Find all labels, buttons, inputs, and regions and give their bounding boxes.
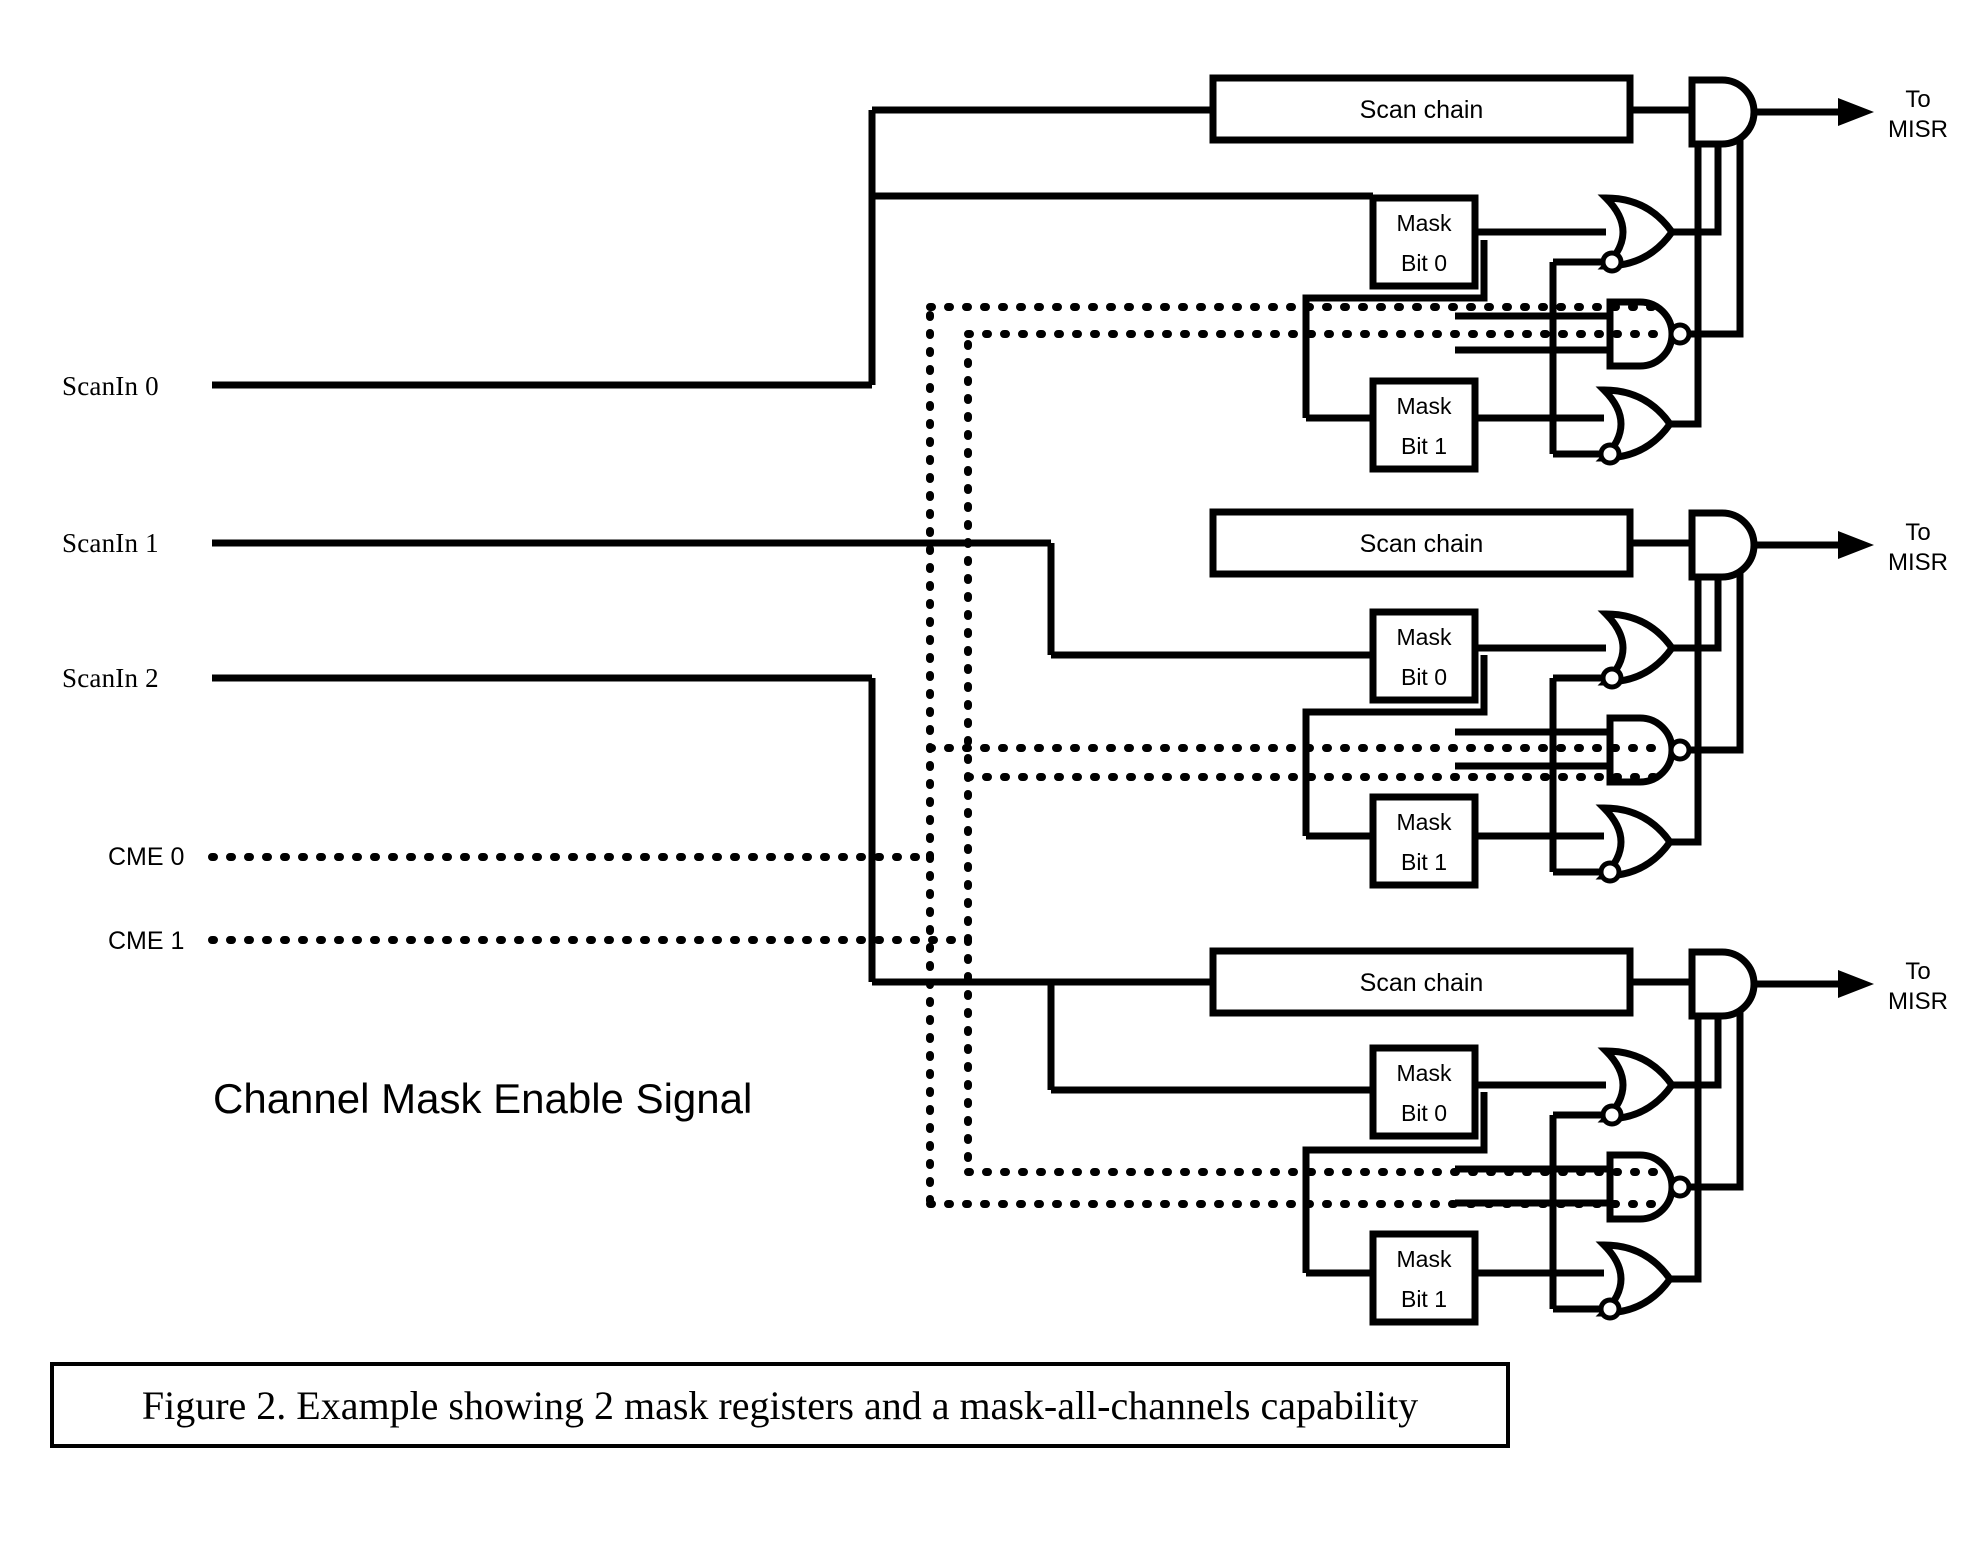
mask-bit1-label-top-0: Mask bbox=[1396, 393, 1452, 419]
and-gate-2 bbox=[1688, 948, 1874, 1020]
output-label-2-line1: To bbox=[1905, 958, 1931, 985]
mask-bit0-label-bottom-0: Bit 0 bbox=[1400, 250, 1448, 276]
mask-bit1-label-bottom-0: Bit 1 bbox=[1400, 433, 1448, 459]
wire-scanin0 bbox=[212, 106, 1373, 389]
output-label-2: To MISR bbox=[1888, 957, 1948, 1017]
figure-caption-text: Figure 2. Example showing 2 mask registe… bbox=[141, 1382, 1419, 1428]
scan-chain-label-2: Scan chain bbox=[1359, 969, 1484, 997]
and-gate-1 bbox=[1688, 509, 1874, 581]
figure-canvas: ScanIn 0 ScanIn 1 ScanIn 2 CME 0 CME 1 S… bbox=[0, 0, 1969, 1545]
circuit-diagram bbox=[208, 74, 1874, 1326]
mask-bit1-label-top-2: Mask bbox=[1396, 1246, 1452, 1272]
output-label-1-line2: MISR bbox=[1888, 549, 1948, 576]
mask-bit1-label-top-1: Mask bbox=[1396, 809, 1452, 835]
scan-chain-label-0: Scan chain bbox=[1359, 96, 1484, 124]
label-cme-1: CME 1 bbox=[108, 927, 185, 955]
label-cme-0: CME 0 bbox=[108, 843, 185, 871]
label-scanin-0: ScanIn 0 bbox=[62, 371, 159, 401]
output-label-2-line2: MISR bbox=[1888, 988, 1948, 1015]
output-label-1: To MISR bbox=[1888, 518, 1948, 578]
figure-caption-box: Figure 2. Example showing 2 mask registe… bbox=[50, 1362, 1510, 1448]
wire-scanin1 bbox=[212, 539, 1373, 659]
label-scanin-1: ScanIn 1 bbox=[62, 528, 159, 558]
mask-bit0-label-bottom-1: Bit 0 bbox=[1400, 664, 1448, 690]
output-label-0-line1: To bbox=[1905, 86, 1931, 113]
label-scanin-2: ScanIn 2 bbox=[62, 663, 159, 693]
nor-gate-0c bbox=[1553, 124, 1702, 466]
and-gate-0 bbox=[1688, 76, 1874, 148]
output-label-1-line1: To bbox=[1905, 519, 1931, 546]
mask-bit1-label-bottom-2: Bit 1 bbox=[1400, 1286, 1448, 1312]
channel-mask-enable-annotation: Channel Mask Enable Signal bbox=[213, 1075, 753, 1122]
mask-bit1-label-bottom-1: Bit 1 bbox=[1400, 849, 1448, 875]
output-label-0-line2: MISR bbox=[1888, 116, 1948, 143]
wire-scanin2 bbox=[212, 674, 1373, 1094]
mask-bit0-label-top-1: Mask bbox=[1396, 624, 1452, 650]
mask-bit0-label-bottom-2: Bit 0 bbox=[1400, 1100, 1448, 1126]
mask-bit0-label-top-0: Mask bbox=[1396, 210, 1452, 236]
output-label-0: To MISR bbox=[1888, 85, 1948, 145]
mask-bit0-label-top-2: Mask bbox=[1396, 1060, 1452, 1086]
scan-chain-label-1: Scan chain bbox=[1359, 530, 1484, 558]
